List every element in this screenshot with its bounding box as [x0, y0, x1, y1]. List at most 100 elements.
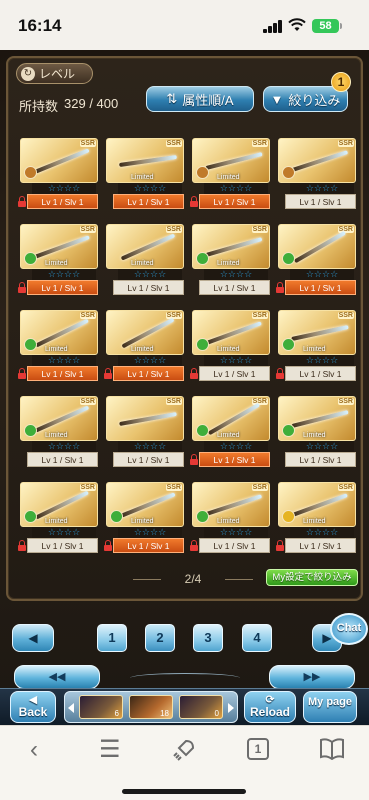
element-icon	[110, 510, 123, 523]
reload-button[interactable]: ⟳ Reload	[244, 691, 296, 723]
weapon-card[interactable]: SSR Limited ☆☆☆☆ Lv 1 / Slv 1	[190, 224, 270, 299]
page-button-4[interactable]: 4	[242, 624, 272, 652]
prev-page-button[interactable]: ◀	[12, 624, 54, 652]
page-indicator: 2/4	[133, 572, 253, 586]
weapon-card[interactable]: SSR ☆☆☆☆ Lv 1 / Slv 1	[104, 396, 184, 471]
weapon-icon	[207, 402, 261, 436]
level-label: Lv 1 / Slv 1	[199, 280, 270, 295]
reload-icon: ⟳	[265, 694, 275, 706]
weapon-icon	[35, 318, 89, 348]
weapon-icon	[119, 154, 177, 168]
weapon-card[interactable]: SSR ☆☆☆☆ Lv 1 / Slv 1	[18, 138, 98, 213]
uncap-stars: ☆☆☆☆	[118, 441, 182, 452]
level-label: Lv 1 / Slv 1	[199, 538, 270, 553]
back-label: Back	[18, 705, 48, 719]
lock-icon	[104, 540, 112, 551]
menu-icon[interactable]: ☰	[99, 738, 121, 762]
level-sort-button[interactable]: ↻ レベル	[16, 63, 93, 84]
lock-icon	[276, 540, 284, 551]
first-page-button[interactable]: ◀◀	[14, 665, 100, 689]
weapon-icon	[292, 493, 348, 517]
weapon-card[interactable]: SSR Limited ☆☆☆☆ Lv 1 / Slv 1	[276, 310, 356, 385]
uncap-stars: ☆☆☆☆	[118, 183, 182, 194]
weapon-card[interactable]: SSR Limited ☆☆☆☆ Lv 1 / Slv 1	[18, 310, 98, 385]
weapon-icon	[120, 492, 176, 518]
level-label: Lv 1 / Slv 1	[113, 538, 184, 553]
ssr-rarity-icon: SSR	[251, 312, 268, 319]
party-prev-icon[interactable]	[68, 703, 74, 713]
ssr-rarity-icon: SSR	[251, 484, 268, 491]
weapon-card[interactable]: SSR Limited ☆☆☆☆ Lv 1 / Slv 1	[18, 396, 98, 471]
page-button-2[interactable]: 2	[145, 624, 175, 652]
ssr-rarity-icon: SSR	[337, 398, 354, 405]
uncap-stars: ☆☆☆☆	[204, 183, 268, 194]
browser-back-icon[interactable]: ‹	[30, 738, 38, 762]
element-icon	[196, 424, 209, 437]
battery-indicator: 58	[312, 19, 342, 33]
weapon-card[interactable]: SSR Limited ☆☆☆☆ Lv 1 / Slv 1	[190, 396, 270, 471]
uncap-stars: ☆☆☆☆	[118, 269, 182, 280]
element-icon	[196, 338, 209, 351]
weapon-card[interactable]: SSR Limited ☆☆☆☆ Lv 1 / Slv 1	[18, 224, 98, 299]
element-icon	[24, 338, 37, 351]
weapon-icon	[205, 152, 263, 170]
ornament-divider	[130, 673, 240, 683]
party-bar[interactable]: 6 18 0	[64, 691, 238, 723]
weapon-card[interactable]: SSR Limited ☆☆☆☆ Lv 1 / Slv 1	[18, 482, 98, 557]
status-bar: 16:14 58	[0, 0, 369, 50]
tabs-button[interactable]: 1	[247, 738, 269, 760]
element-sort-button[interactable]: ⇅ 属性順/A	[146, 86, 254, 112]
ssr-rarity-icon: SSR	[79, 140, 96, 147]
ssr-rarity-icon: SSR	[165, 226, 182, 233]
weapon-card[interactable]: SSR Limited ☆☆☆☆ Lv 1 / Slv 1	[190, 138, 270, 213]
weapon-card[interactable]: SSR Limited ☆☆☆☆ Lv 1 / Slv 1	[104, 224, 184, 299]
bookmarks-icon[interactable]	[319, 738, 345, 760]
weapon-art: SSR Limited	[192, 310, 270, 355]
uncap-stars: ☆☆☆☆	[204, 527, 268, 538]
weapon-art: SSR Limited	[192, 396, 270, 441]
level-label: Lv 1 / Slv 1	[285, 280, 356, 295]
weapon-art: SSR Limited	[106, 138, 184, 183]
my-settings-filter-button[interactable]: My設定で絞り込み	[266, 569, 358, 586]
uncap-stars: ☆☆☆☆	[32, 269, 96, 280]
level-sort-label: レベル	[39, 67, 76, 81]
weapon-icon	[120, 233, 176, 261]
weapon-card[interactable]: SSR ☆☆☆☆ Lv 1 / Slv 1	[276, 138, 356, 213]
weapon-icon	[34, 148, 90, 174]
party-next-icon[interactable]	[228, 703, 234, 713]
weapon-art: SSR	[20, 138, 98, 183]
weapon-card[interactable]: SSR Limited ☆☆☆☆ Lv 1 / Slv 1	[104, 138, 184, 213]
chat-button[interactable]: Chat	[330, 613, 368, 645]
back-button[interactable]: ◀ Back	[10, 691, 56, 723]
ssr-rarity-icon: SSR	[165, 398, 182, 405]
level-label: Lv 1 / Slv 1	[113, 194, 184, 209]
weapon-card[interactable]: SSR Limited ☆☆☆☆ Lv 1 / Slv 1	[190, 310, 270, 385]
rocket-icon[interactable]	[172, 738, 196, 762]
weapon-card[interactable]: SSR Limited ☆☆☆☆ Lv 1 / Slv 1	[276, 482, 356, 557]
level-label: Lv 1 / Slv 1	[113, 280, 184, 295]
weapon-icon	[119, 411, 177, 427]
weapon-card[interactable]: SSR Limited ☆☆☆☆ Lv 1 / Slv 1	[190, 482, 270, 557]
party-slot-2[interactable]: 18	[129, 695, 173, 719]
weapon-card[interactable]: SSR Limited ☆☆☆☆ Lv 1 / Slv 1	[104, 482, 184, 557]
lock-icon	[104, 368, 112, 379]
ssr-rarity-icon: SSR	[79, 226, 96, 233]
limited-label: Limited	[45, 518, 68, 525]
weapon-art: SSR Limited	[278, 482, 356, 527]
weapon-card[interactable]: SSR ☆☆☆☆ Lv 1 / Slv 1	[276, 224, 356, 299]
party-slot-1[interactable]: 6	[79, 695, 123, 719]
level-label: Lv 1 / Slv 1	[285, 538, 356, 553]
mypage-button[interactable]: My page	[303, 691, 357, 723]
party-slot-3[interactable]: 0	[179, 695, 223, 719]
weapon-card[interactable]: SSR Limited ☆☆☆☆ Lv 1 / Slv 1	[276, 396, 356, 471]
element-icon	[282, 510, 295, 523]
page-button-1[interactable]: 1	[97, 624, 127, 652]
page-button-3[interactable]: 3	[193, 624, 223, 652]
level-label: Lv 1 / Slv 1	[285, 452, 356, 467]
last-page-button[interactable]: ▶▶	[269, 665, 355, 689]
limited-label: Limited	[131, 518, 154, 525]
limited-label: Limited	[131, 174, 154, 181]
weapon-art: SSR Limited	[20, 396, 98, 441]
limited-label: Limited	[131, 346, 154, 353]
weapon-card[interactable]: SSR Limited ☆☆☆☆ Lv 1 / Slv 1	[104, 310, 184, 385]
